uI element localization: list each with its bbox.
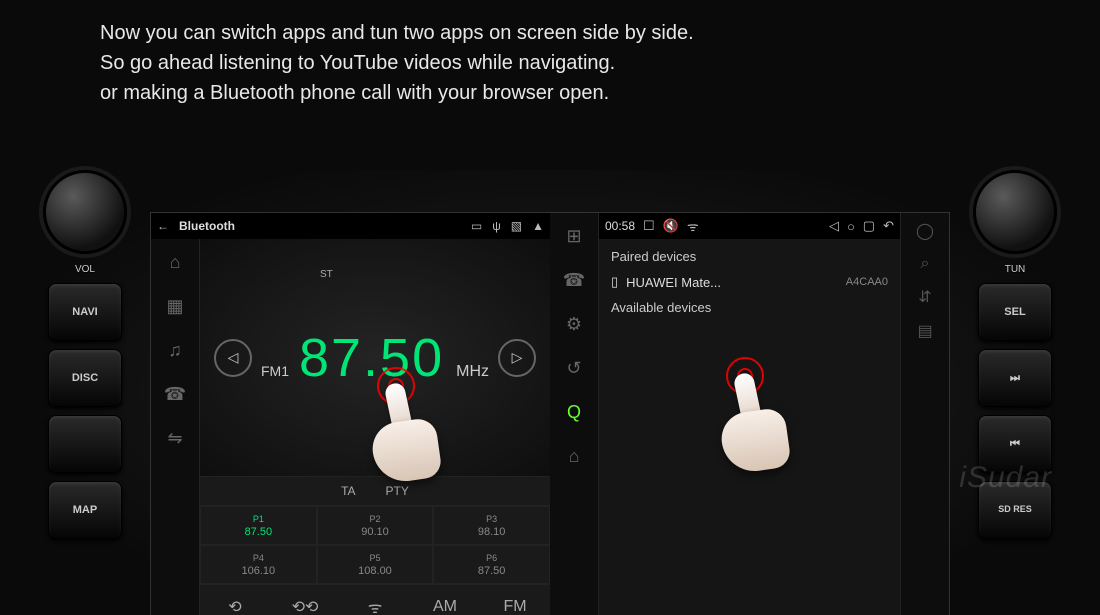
list-icon[interactable]: ▤	[917, 321, 932, 341]
preset-grid: P187.50 P290.10 P398.10 P4106.10 P5108.0…	[200, 506, 550, 584]
frequency-display: ST ◁ FM1 87.50 MHz ▷	[200, 239, 550, 476]
sel-button[interactable]: SEL	[978, 283, 1052, 341]
status-usb-icon: ψ	[492, 219, 501, 233]
contacts-icon[interactable]: ☎	[559, 265, 589, 295]
status-icon-3: ▧	[511, 219, 522, 233]
promo-text: Now you can switch apps and tun two apps…	[100, 18, 694, 108]
tune-knob[interactable]	[973, 170, 1057, 254]
frequency-unit: MHz	[456, 363, 489, 381]
settings-icon[interactable]: ⚙	[559, 309, 589, 339]
sort-icon[interactable]: ⇵	[918, 287, 931, 307]
frequency-value: 87.50	[299, 327, 444, 389]
phone-icon[interactable]: ☎	[160, 379, 190, 409]
promo-line-3: or making a Bluetooth phone call with yo…	[100, 78, 694, 108]
left-hardware-panel: VOL NAVI DISC MAP	[40, 170, 130, 610]
paired-device-row[interactable]: ▯ HUAWEI Mate... A4CAA0	[603, 268, 896, 296]
nav-home-icon[interactable]: ○	[847, 219, 855, 234]
navi-button[interactable]: NAVI	[48, 283, 122, 341]
radio-mid-row: TA PTY	[200, 476, 550, 506]
left-side-iconbar: ⌂ ▦ ♫ ☎ ⇋	[151, 239, 200, 615]
device-mac: A4CAA0	[846, 276, 888, 288]
right-action-iconbar: ◯ ⌕ ⇵ ▤	[900, 213, 949, 615]
apps-icon[interactable]: ▦	[160, 291, 190, 321]
promo-line-1: Now you can switch apps and tun two apps…	[100, 18, 694, 48]
preset-4[interactable]: P4106.10	[200, 545, 317, 584]
right-app-pane: ⊞ ☎ ⚙ ↺ Q ⌂ 00:58 ☐ 🔇 ᯤ ◁ ○	[550, 213, 949, 615]
promo-line-2: So go ahead listening to YouTube videos …	[100, 48, 694, 78]
disc-button[interactable]: DISC	[48, 349, 122, 407]
home-icon-right[interactable]: ⌂	[559, 441, 589, 471]
preset-3[interactable]: P398.10	[433, 506, 550, 545]
find-icon[interactable]: ⌕	[921, 255, 930, 273]
touchscreen: ← Bluetooth ▭ ψ ▧ ▲ ⌂ ▦ ♫ ☎ ⇋	[150, 212, 950, 615]
right-side-iconbar: ⊞ ☎ ⚙ ↺ Q ⌂	[550, 213, 599, 615]
left-app-title: Bluetooth	[179, 219, 235, 233]
camera-icon[interactable]: ☐	[643, 218, 655, 234]
circle-icon[interactable]: ◯	[916, 221, 934, 241]
search-icon[interactable]: Q	[559, 397, 589, 427]
available-devices-title: Available devices	[603, 296, 896, 319]
scan-icon[interactable]: ⟲⟲	[285, 597, 325, 615]
seek-prev-button[interactable]: ◁	[214, 339, 252, 377]
right-hardware-panel: TUN SEL ⏭ ⏮ SD RES	[970, 170, 1060, 610]
nav-recent-icon[interactable]: ▢	[863, 218, 875, 234]
preset-2[interactable]: P290.10	[317, 506, 434, 545]
band-label: FM1	[261, 363, 289, 379]
music-icon[interactable]: ♫	[160, 335, 190, 365]
back-icon[interactable]: ←	[157, 219, 169, 233]
wifi-icon: ᯤ	[687, 217, 699, 235]
volume-knob[interactable]	[43, 170, 127, 254]
pty-button[interactable]: PTY	[386, 484, 409, 498]
blank-button-left[interactable]	[48, 415, 122, 473]
stereo-label: ST	[320, 269, 333, 280]
left-app-pane: ← Bluetooth ▭ ψ ▧ ▲ ⌂ ▦ ♫ ☎ ⇋	[151, 213, 550, 615]
nav-back-icon[interactable]: ◁	[829, 218, 839, 234]
preset-1[interactable]: P187.50	[200, 506, 317, 545]
preset-6[interactable]: P687.50	[433, 545, 550, 584]
status-wifi-icon: ▲	[532, 219, 544, 233]
next-track-button[interactable]: ⏭	[978, 349, 1052, 407]
clock: 00:58	[605, 219, 635, 233]
seek-next-button[interactable]: ▷	[498, 339, 536, 377]
device-phone-icon: ▯	[611, 274, 618, 290]
loop-icon[interactable]: ⟲	[215, 597, 255, 615]
fm-button[interactable]: FM	[495, 598, 535, 615]
tune-knob-label: TUN	[970, 264, 1060, 275]
dial-icon[interactable]: ⊞	[559, 221, 589, 251]
right-statusbar: 00:58 ☐ 🔇 ᯤ ◁ ○ ▢ ↶	[599, 213, 900, 239]
radio-bottom-row: ⟲ ⟲⟲ ᯤ AM FM	[200, 584, 550, 615]
status-icon-1: ▭	[471, 219, 482, 233]
watermark: iSudar	[959, 461, 1052, 495]
ta-button[interactable]: TA	[341, 484, 355, 498]
preset-5[interactable]: P5108.00	[317, 545, 434, 584]
am-button[interactable]: AM	[425, 598, 465, 615]
nav-return-icon[interactable]: ↶	[883, 218, 894, 234]
device-name: HUAWEI Mate...	[626, 275, 838, 290]
pair-icon[interactable]: ⇋	[160, 423, 190, 453]
refresh-icon[interactable]: ↺	[559, 353, 589, 383]
mute-icon[interactable]: 🔇	[663, 218, 679, 234]
home-icon[interactable]: ⌂	[160, 247, 190, 277]
bluetooth-devices-panel: Paired devices ▯ HUAWEI Mate... A4CAA0 A…	[599, 239, 900, 615]
paired-devices-title: Paired devices	[603, 245, 896, 268]
volume-knob-label: VOL	[40, 264, 130, 275]
left-statusbar: ← Bluetooth ▭ ψ ▧ ▲	[151, 213, 550, 239]
map-button[interactable]: MAP	[48, 481, 122, 539]
signal-icon[interactable]: ᯤ	[355, 596, 395, 615]
head-unit: VOL NAVI DISC MAP TUN SEL ⏭ ⏮ SD RES ← B…	[50, 170, 1050, 610]
